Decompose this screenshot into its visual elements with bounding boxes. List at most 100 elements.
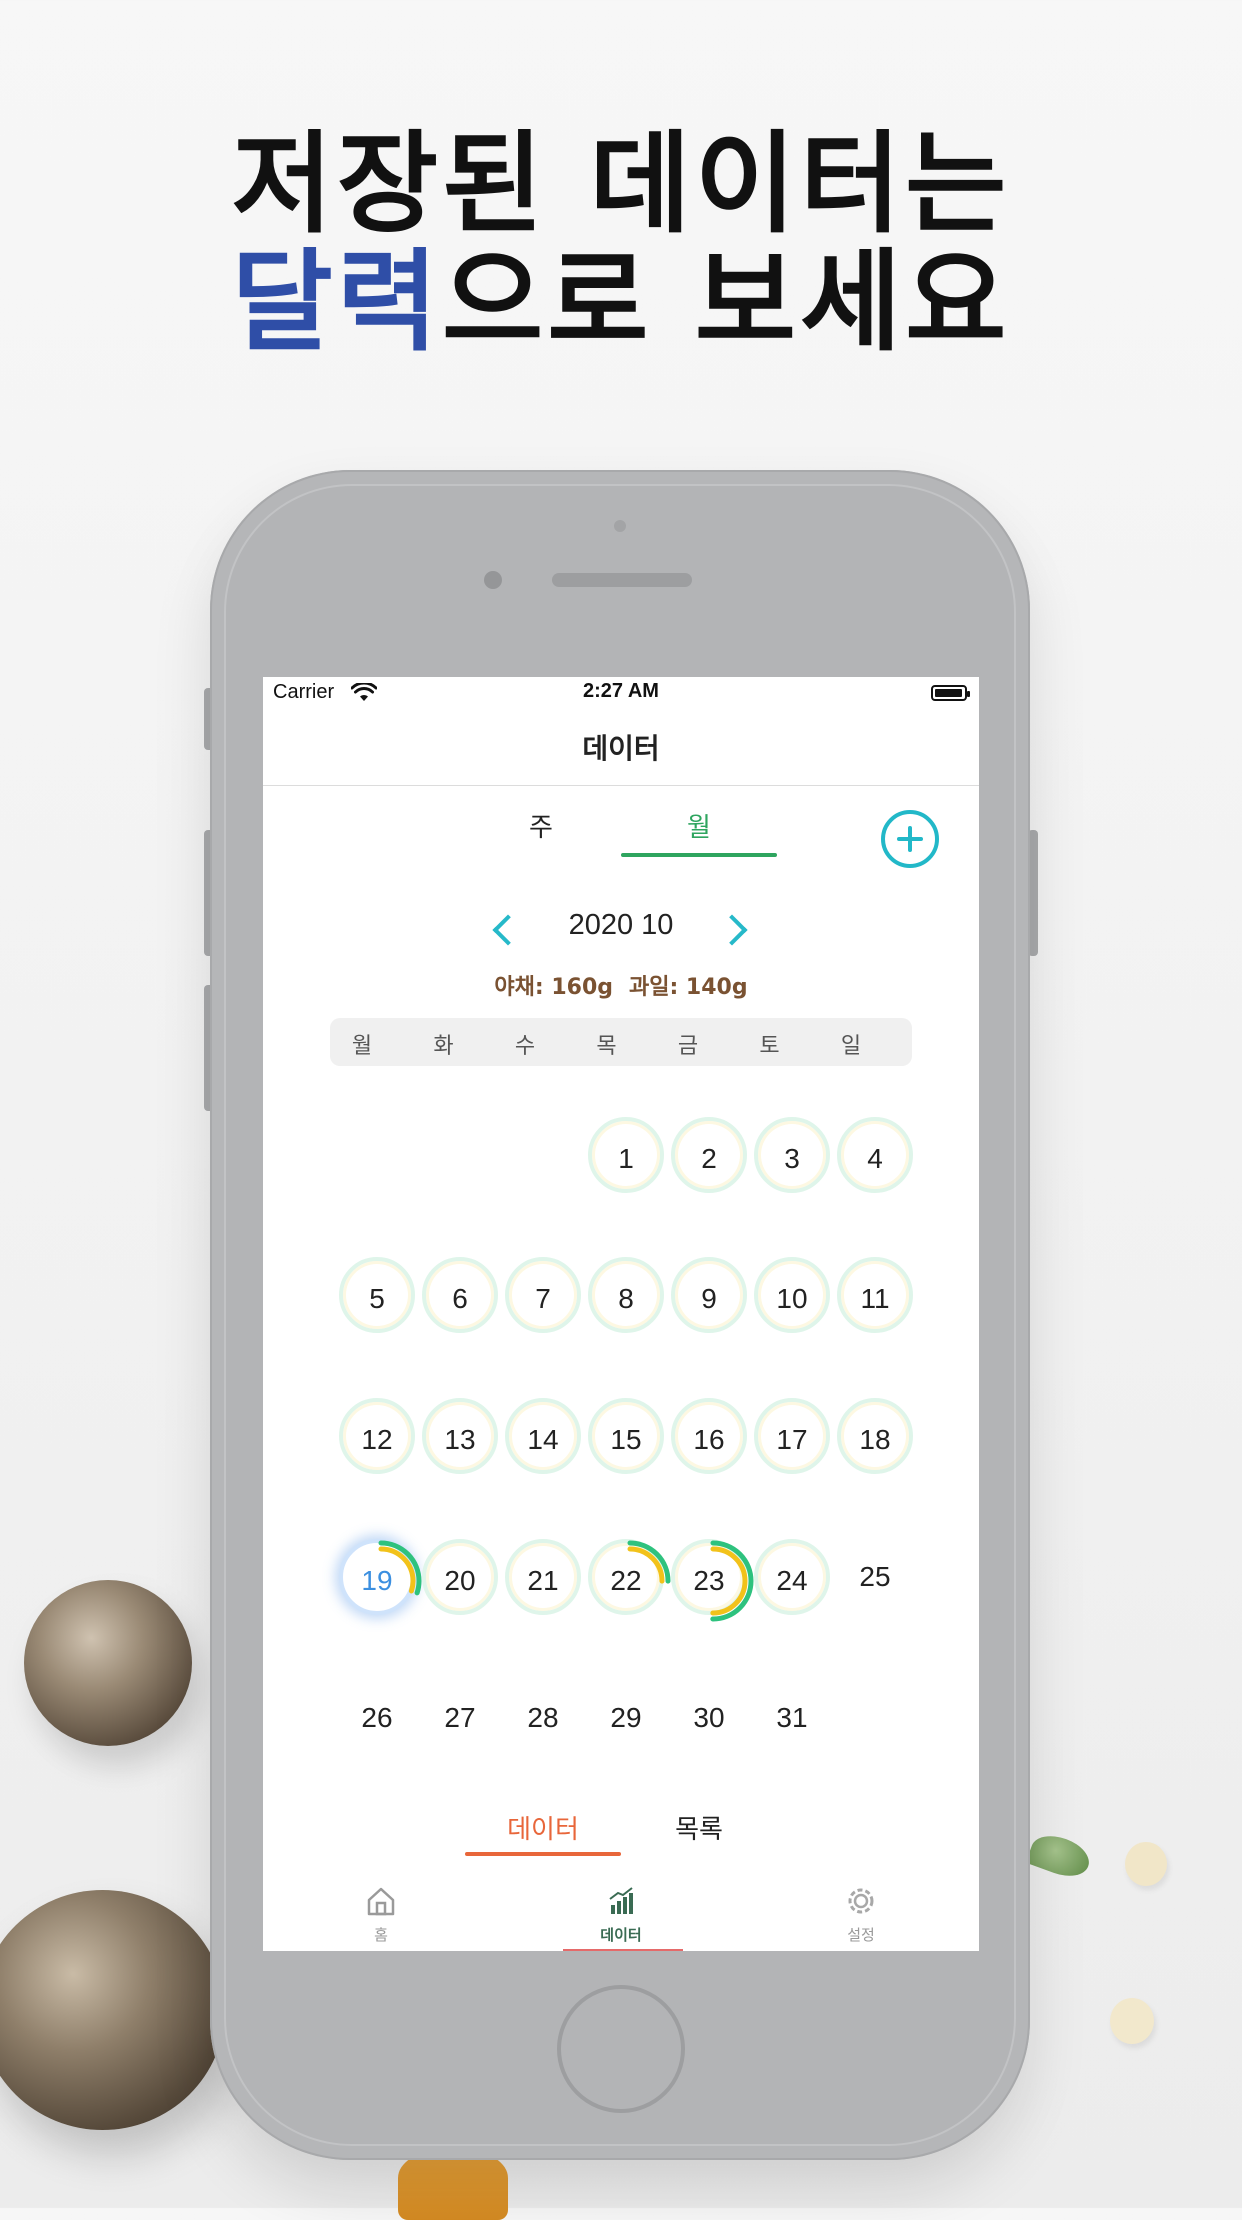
tabbar-item-settings[interactable]: 설정 <box>821 1884 901 1945</box>
home-button[interactable] <box>557 1985 685 2113</box>
status-time: 2:27 AM <box>583 680 659 702</box>
calendar-day[interactable]: 24 <box>754 1539 830 1615</box>
status-bar: Carrier 2:27 AM <box>263 677 979 711</box>
calendar-day[interactable]: 30 <box>671 1680 747 1756</box>
month-navigator: 2020 10 <box>263 909 979 949</box>
calendar-day-number: 11 <box>860 1283 890 1314</box>
tab-bar: 홈 데이터 설정 <box>263 1884 979 1951</box>
weekday-label: 월 <box>351 1034 373 1059</box>
calendar-day[interactable]: 9 <box>671 1257 747 1333</box>
battery-icon <box>931 685 970 701</box>
intake-summary: 야채: 160g 과일: 140g <box>263 969 979 1001</box>
tabbar-label-data: 데이터 <box>600 1926 642 1944</box>
calendar-day-number: 17 <box>776 1424 808 1455</box>
fruit-total: 과일: 140g <box>629 975 748 1000</box>
tabbar-label-home: 홈 <box>374 1926 388 1944</box>
tabbar-item-data[interactable]: 데이터 <box>581 1884 661 1945</box>
calendar-day[interactable]: 28 <box>505 1680 581 1756</box>
leaf-decoration <box>1025 1828 1095 1884</box>
calendar-day-number: 29 <box>610 1702 642 1733</box>
calendar-day-number: 25 <box>859 1561 891 1592</box>
calendar-day[interactable]: 11 <box>837 1257 913 1333</box>
calendar-day[interactable]: 3 <box>754 1117 830 1193</box>
month-label: 2020 10 <box>568 909 674 941</box>
calendar-day[interactable]: 12 <box>339 1398 415 1474</box>
calendar-day-number: 13 <box>444 1424 476 1455</box>
calendar-day-number: 1 <box>618 1143 634 1174</box>
page-title: 데이터 <box>582 732 660 765</box>
headline-accent: 달력 <box>231 238 443 366</box>
progress-ring <box>340 1540 422 1622</box>
calendar-day-number: 30 <box>693 1702 725 1733</box>
calendar-day[interactable]: 10 <box>754 1257 830 1333</box>
calendar-day[interactable]: 20 <box>422 1539 498 1615</box>
calendar-day-number: 16 <box>693 1424 725 1455</box>
calendar-day[interactable]: 15 <box>588 1398 664 1474</box>
calendar-day-number: 14 <box>527 1424 559 1455</box>
calendar-day[interactable]: 19 <box>339 1539 422 1622</box>
calendar-day[interactable]: 13 <box>422 1398 498 1474</box>
segment-data-underline <box>465 1852 621 1856</box>
weekday-label: 일 <box>840 1034 862 1059</box>
calendar-day-number: 28 <box>527 1702 559 1733</box>
calendar-day-number: 26 <box>361 1702 393 1733</box>
calendar-day[interactable]: 26 <box>339 1680 415 1756</box>
tab-week[interactable]: 주 <box>463 807 619 844</box>
calendar-day[interactable]: 23 <box>671 1539 754 1622</box>
calendar-day[interactable]: 2 <box>671 1117 747 1193</box>
calendar-day[interactable]: 6 <box>422 1257 498 1333</box>
calendar-day[interactable]: 17 <box>754 1398 830 1474</box>
calendar-day-number: 8 <box>618 1283 634 1314</box>
weekday-header: 월화수목금토일 <box>330 1018 912 1066</box>
progress-ring <box>589 1540 671 1622</box>
calendar-day[interactable]: 25 <box>837 1539 913 1615</box>
calendar-day-number: 7 <box>535 1283 551 1314</box>
tabbar-item-home[interactable]: 홈 <box>341 1884 421 1945</box>
calendar-day[interactable]: 7 <box>505 1257 581 1333</box>
proximity-sensor <box>614 520 626 532</box>
calendar-day[interactable]: 1 <box>588 1117 664 1193</box>
segment-data[interactable]: 데이터 <box>465 1809 621 1846</box>
progress-ring <box>672 1540 754 1622</box>
calendar-day[interactable]: 5 <box>339 1257 415 1333</box>
seed-decoration-2 <box>1110 1998 1154 2044</box>
calendar-day[interactable]: 14 <box>505 1398 581 1474</box>
calendar-day[interactable]: 8 <box>588 1257 664 1333</box>
segment-list[interactable]: 목록 <box>621 1809 777 1846</box>
headline-line2-rest: 으로 보세요 <box>442 238 1011 366</box>
headline-line1: 저장된 데이터는 <box>231 120 1011 248</box>
tomato-decoration <box>24 1580 192 1746</box>
calendar-day-number: 6 <box>452 1283 468 1314</box>
calendar-day-number: 12 <box>361 1424 393 1455</box>
calendar-day-number: 20 <box>444 1565 476 1596</box>
calendar-day[interactable]: 4 <box>837 1117 913 1193</box>
headline-line2: 달력으로 보세요 <box>0 243 1242 361</box>
calendar-day-number: 2 <box>701 1143 717 1174</box>
calendar-day-number: 18 <box>859 1424 891 1455</box>
weekday-label: 금 <box>677 1034 699 1059</box>
headline: 저장된 데이터는 달력으로 보세요 <box>0 125 1242 361</box>
app-screen: Carrier 2:27 AM 데이터 주 월 2020 10 야채: 160g… <box>263 677 979 1951</box>
calendar-day[interactable]: 18 <box>837 1398 913 1474</box>
calendar-day[interactable]: 31 <box>754 1680 830 1756</box>
calendar-day[interactable]: 27 <box>422 1680 498 1756</box>
calendar-day[interactable]: 16 <box>671 1398 747 1474</box>
tab-month[interactable]: 월 <box>621 807 777 844</box>
calendar-day[interactable]: 29 <box>588 1680 664 1756</box>
calendar-day-number: 9 <box>701 1283 717 1314</box>
front-camera <box>484 571 502 589</box>
tab-month-underline <box>621 853 777 857</box>
tomato-decoration-large <box>0 1890 225 2130</box>
calendar-day[interactable]: 21 <box>505 1539 581 1615</box>
tabbar-label-settings: 설정 <box>847 1926 875 1944</box>
chart-icon <box>609 1887 633 1914</box>
calendar-day-number: 5 <box>369 1283 385 1314</box>
calendar-day-number: 4 <box>867 1143 883 1174</box>
weekday-label: 목 <box>596 1034 617 1059</box>
weekday-label: 수 <box>514 1034 536 1059</box>
calendar-day-number: 15 <box>610 1424 642 1455</box>
add-button[interactable] <box>881 810 939 868</box>
tab-indicator <box>563 1949 683 1951</box>
calendar-day[interactable]: 22 <box>588 1539 671 1622</box>
earpiece <box>552 573 692 587</box>
